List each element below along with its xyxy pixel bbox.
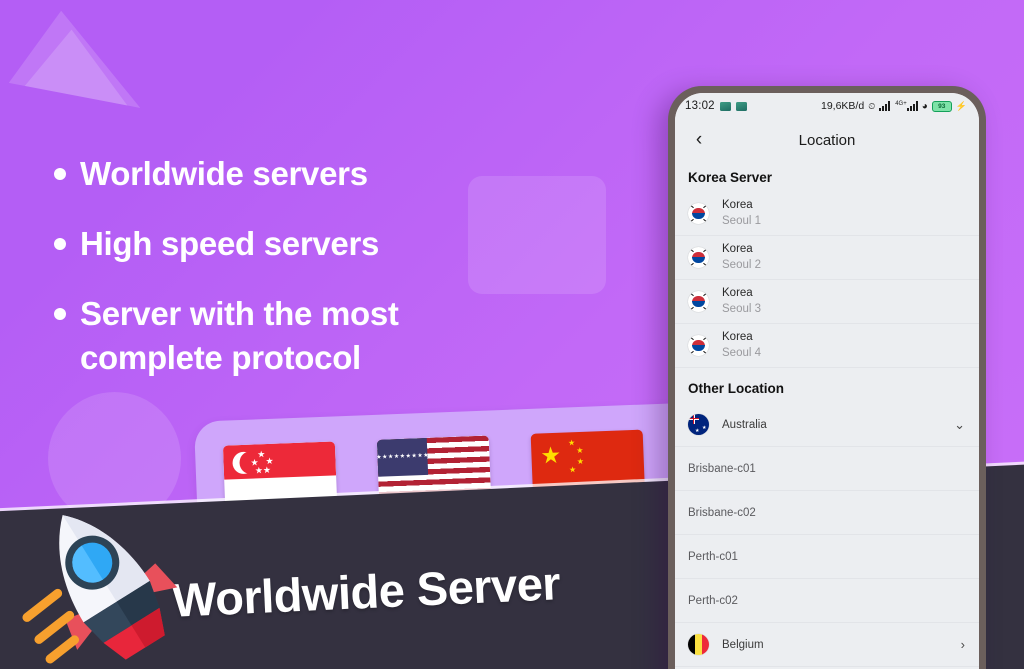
status-bar: 13:02 19,6KB/d ⏲ 4G+ ◕ 93 ⚡	[675, 93, 979, 119]
sub-location-label: Brisbane-c02	[688, 506, 756, 519]
phone-screen: 13:02 19,6KB/d ⏲ 4G+ ◕ 93 ⚡ ‹ Location K…	[675, 93, 979, 669]
signal-bars-icon	[879, 101, 891, 111]
server-city: Seoul 2	[722, 258, 762, 271]
location-group-australia[interactable]: ★ ★ Australia ⌄	[675, 403, 979, 447]
bullet-label: Worldwide servers	[80, 155, 368, 192]
status-time: 13:02	[685, 100, 715, 112]
location-group-label: Australia	[722, 418, 767, 431]
wifi-icon: ◕	[921, 100, 928, 112]
list-item[interactable]: Perth-c02	[675, 579, 979, 623]
phone-mockup: 13:02 19,6KB/d ⏲ 4G+ ◕ 93 ⚡ ‹ Location K…	[668, 86, 986, 669]
decorative-triangle	[0, 1, 143, 145]
location-group-belgium[interactable]: Belgium ›	[675, 623, 979, 667]
bullet-dot-icon	[54, 237, 66, 250]
signal-bars-4g-icon	[906, 101, 918, 111]
server-country: Korea	[722, 242, 753, 255]
location-list[interactable]: Korea Server Korea Seoul 1 Korea Seoul 2	[675, 161, 979, 669]
server-country: Korea	[722, 198, 753, 211]
bullet-item: Worldwide servers	[54, 152, 634, 196]
charging-bolt-icon: ⚡	[955, 100, 967, 111]
bullet-label: Server with the most complete protocol	[80, 294, 399, 376]
battery-icon: 93	[931, 100, 952, 112]
flag-korea-icon	[688, 203, 709, 224]
bullet-dot-icon	[54, 168, 66, 180]
section-title-korea: Korea Server	[688, 170, 773, 185]
table-row[interactable]: Korea Seoul 4	[675, 324, 979, 368]
section-title-other: Other Location	[688, 381, 785, 396]
flag-korea-icon	[688, 247, 709, 268]
server-city: Seoul 3	[722, 302, 762, 315]
list-item[interactable]: Brisbane-c02	[675, 491, 979, 535]
chevron-right-icon[interactable]: ›	[961, 637, 965, 652]
sub-location-label: Perth-c02	[688, 594, 738, 607]
rocket-icon	[22, 515, 178, 664]
chevron-down-icon[interactable]: ⌄	[954, 417, 965, 433]
list-item[interactable]: Brisbane-c01	[675, 447, 979, 491]
status-data-rate: 19,6KB/d	[820, 100, 865, 112]
server-city: Seoul 1	[722, 214, 762, 227]
flag-australia-icon: ★ ★	[688, 414, 709, 435]
back-chevron-icon[interactable]: ‹	[681, 122, 717, 158]
list-item[interactable]: Perth-c01	[675, 535, 979, 579]
battery-level: 93	[938, 102, 946, 110]
status-notification-icon	[719, 101, 731, 111]
bullet-item: Server with the most complete protocol	[54, 292, 634, 380]
bullet-label: High speed servers	[80, 224, 380, 262]
table-row[interactable]: Korea Seoul 3	[675, 280, 979, 324]
sub-location-label: Brisbane-c01	[688, 462, 756, 475]
table-row[interactable]: Korea Seoul 2	[675, 236, 979, 280]
server-city: Seoul 4	[722, 346, 762, 359]
flag-belgium-icon	[688, 634, 709, 655]
status-notification-icon-2	[735, 101, 747, 111]
location-group-label: Belgium	[722, 638, 764, 651]
app-header: ‹ Location	[675, 119, 979, 161]
flag-korea-icon	[688, 335, 709, 356]
table-row[interactable]: Korea Seoul 1	[675, 192, 979, 236]
feature-bullet-list: Worldwide servers High speed servers Ser…	[54, 152, 634, 406]
alarm-icon: ⏲	[868, 100, 876, 111]
network-type-label: 4G+	[895, 101, 907, 107]
server-country: Korea	[722, 286, 753, 299]
bullet-dot-icon	[54, 307, 66, 320]
decorative-triangle-inner	[14, 20, 138, 148]
sub-location-label: Perth-c01	[688, 550, 738, 563]
server-country: Korea	[722, 330, 753, 343]
promo-screenshot: Worldwide servers High speed servers Ser…	[0, 0, 1024, 669]
flag-korea-icon	[688, 291, 709, 312]
bullet-item: High speed servers	[54, 222, 634, 266]
page-title: Location	[798, 131, 856, 149]
